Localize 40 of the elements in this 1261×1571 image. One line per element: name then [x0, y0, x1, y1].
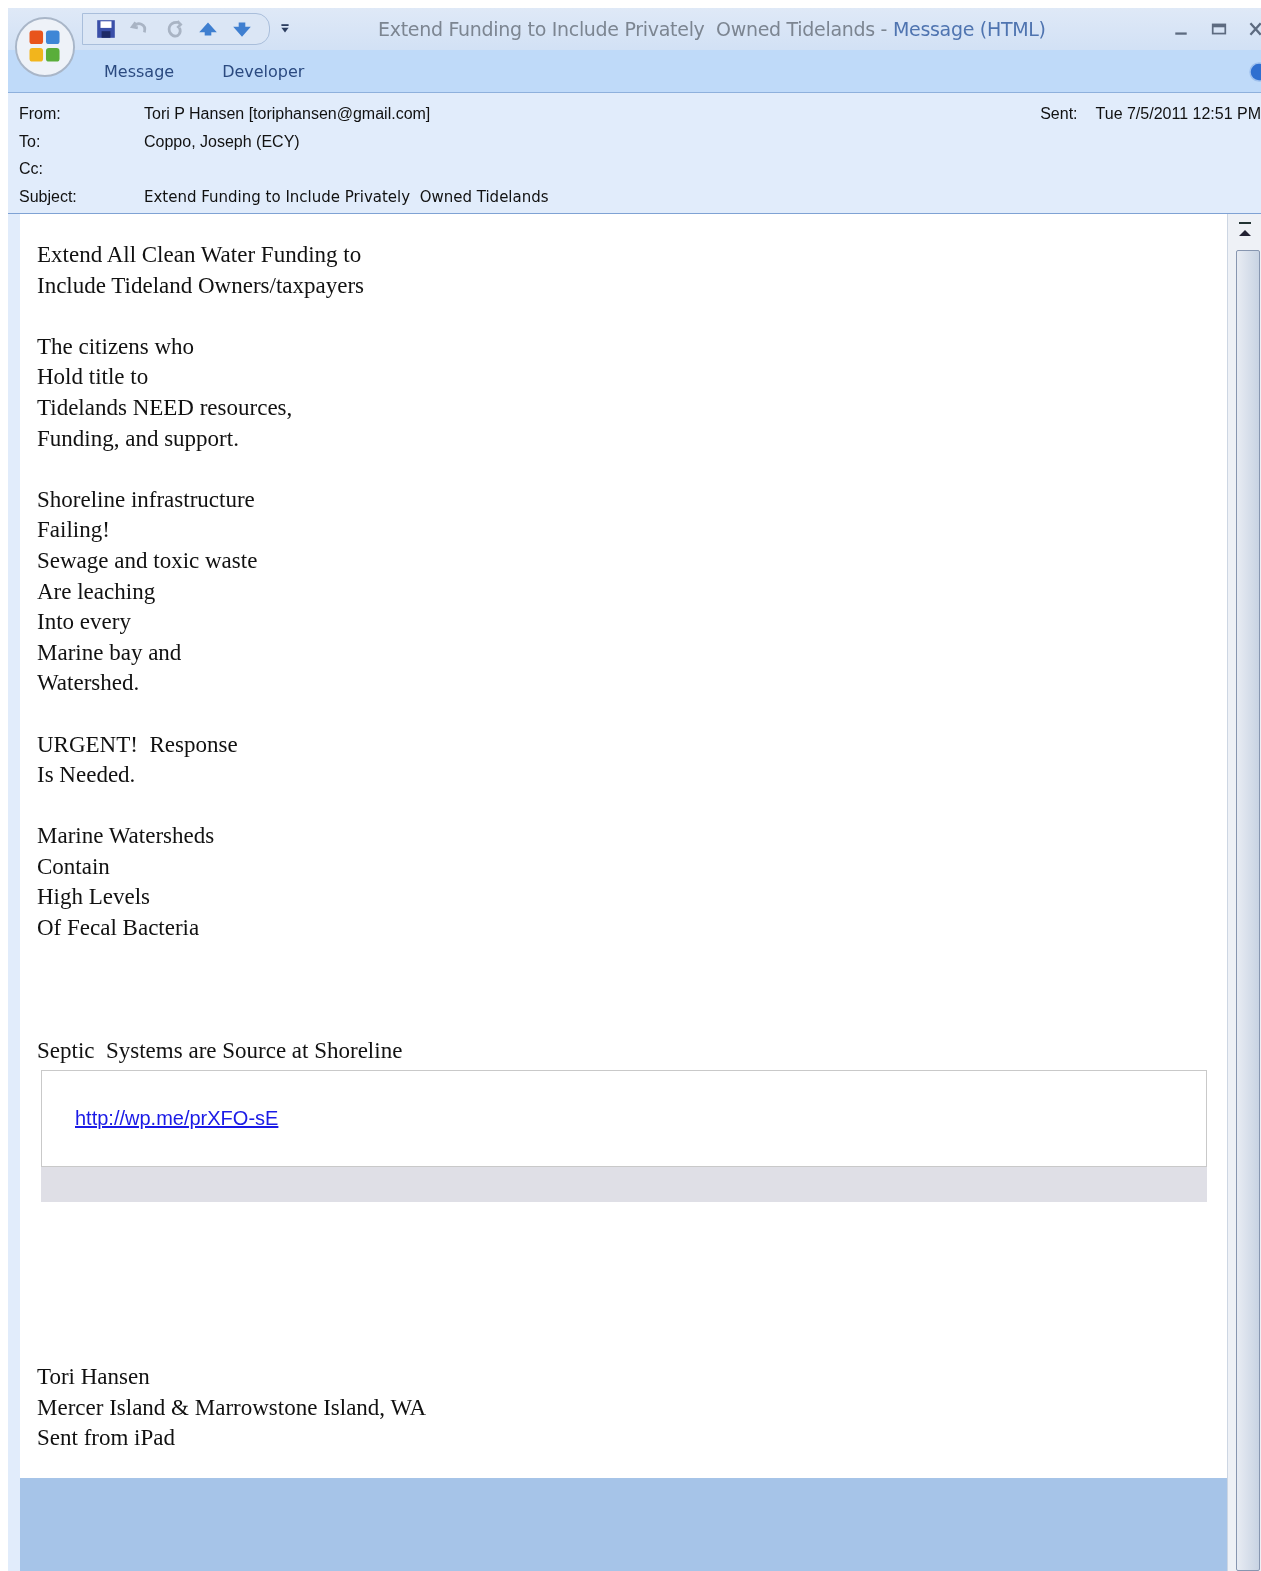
body-text: Watershed. [37, 670, 140, 696]
ribbon-tab[interactable]: Developer [222, 61, 305, 81]
body-text: Is Needed. [37, 762, 136, 788]
body-text: URGENT! Response [37, 731, 238, 757]
field-label: Subject: [19, 187, 78, 207]
body-text: Tidelands NEED resources, [37, 394, 293, 420]
field-label: From: [19, 105, 62, 124]
body-text: Include Tideland Owners/taxpayers [37, 272, 365, 298]
body-text: Sewage and toxic waste [37, 547, 258, 573]
body-text: Sent from iPad [37, 1425, 175, 1451]
field-label: Cc: [19, 160, 44, 179]
window-title: Extend Funding to Include Privately Owned Tidelands - Message (HTML) [378, 18, 1046, 40]
body-text: High Levels [37, 884, 151, 910]
maximize-icon[interactable] [1211, 21, 1227, 37]
body-text: Of Fecal Bacteria [37, 915, 200, 941]
field-value: Tori P Hansen [toriphansen@gmail.com] [144, 105, 431, 124]
body-text: Into every [37, 609, 131, 635]
body-text: Shoreline infrastructure [37, 486, 255, 512]
field-value: Coppo, Joseph (ECY) [144, 132, 300, 152]
link[interactable]: http://wp.me/prXFO-sE [75, 1107, 279, 1131]
customize-caret-icon[interactable] [280, 23, 290, 35]
close-icon[interactable] [1249, 21, 1261, 37]
body-text: Are leaching [37, 578, 156, 604]
ribbon-tab[interactable]: Message [104, 61, 175, 81]
body-text: Extend All Clean Water Funding to [37, 242, 362, 267]
body-text: Funding, and support. [37, 425, 239, 451]
field-value: Extend Funding to Include Privately Owned Tidelands [144, 187, 549, 208]
body-text: Tori Hansen [37, 1364, 150, 1390]
field-label: Sent: [1040, 105, 1078, 122]
body-text: Mercer Island & Marrowstone Island, WA [37, 1394, 427, 1420]
body-text: The citizens who [37, 333, 195, 359]
body-text: Septic Systems are Source at Shoreline [37, 1037, 403, 1063]
body-text: Hold title to [37, 364, 149, 390]
body-text: Marine Watersheds [37, 823, 215, 849]
body-text: Failing! [37, 517, 110, 543]
field-value: Tue 7/5/2011 12:51 PM [1095, 105, 1261, 122]
field-label: To: [19, 132, 42, 152]
body-text: Marine bay and [37, 639, 182, 665]
body-text: Contain [37, 853, 110, 879]
save-icon[interactable] [95, 18, 117, 40]
